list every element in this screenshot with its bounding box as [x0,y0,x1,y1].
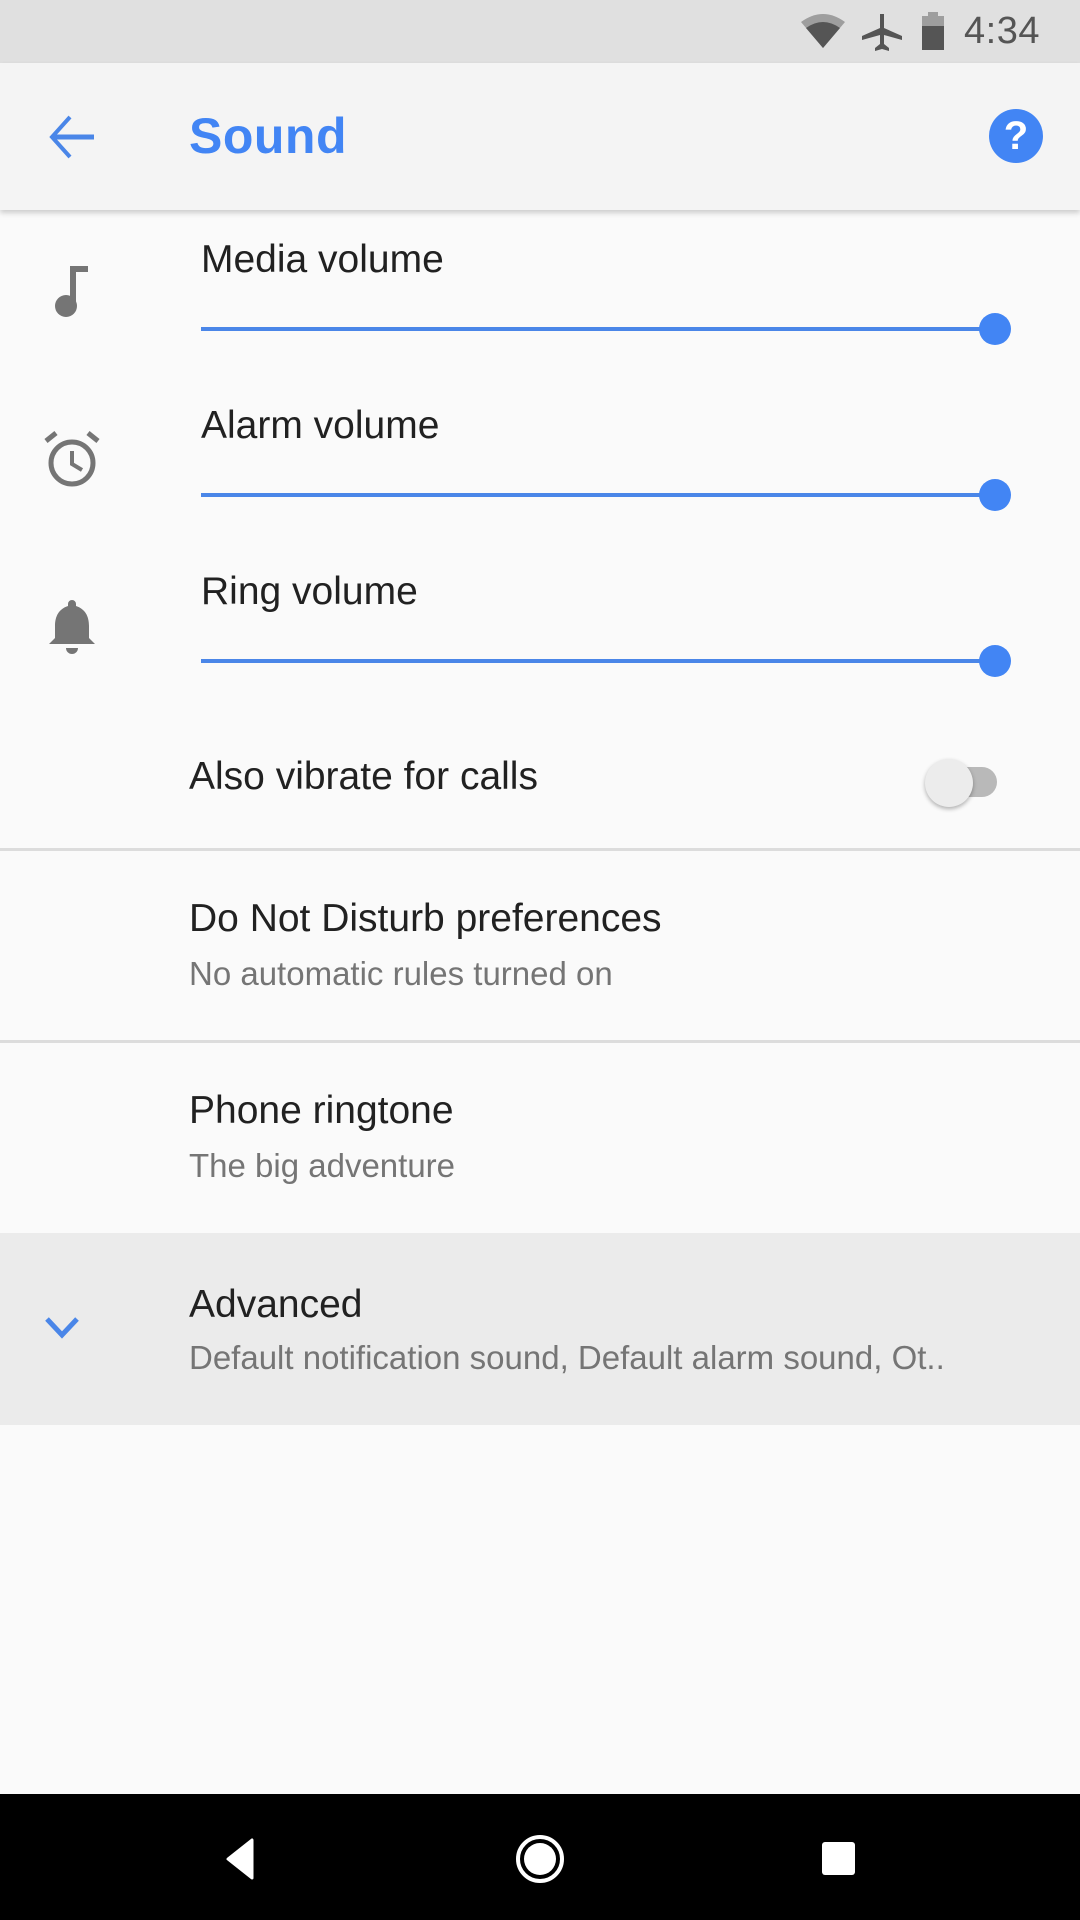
phone-ringtone-title: Phone ringtone [189,1089,454,1132]
ring-volume-slider[interactable] [201,641,1011,681]
battery-icon [922,12,944,50]
nav-home-icon[interactable] [505,1824,575,1894]
slider-thumb[interactable] [979,479,1011,511]
switch-thumb [925,759,973,807]
advanced-summary: Default notification sound, Default alar… [189,1339,945,1376]
slider-fill [201,327,995,331]
do-not-disturb-summary: No automatic rules turned on [189,955,613,992]
help-icon: ? [1003,114,1029,158]
help-button[interactable]: ? [989,109,1043,163]
ring-volume-row: Ring volume [0,542,1080,708]
navigation-bar [0,1794,1080,1920]
slider-fill [201,493,995,497]
media-volume-label: Media volume [201,238,444,281]
back-arrow-icon[interactable] [46,113,98,161]
nav-back-icon[interactable] [206,1824,276,1894]
page-title: Sound [189,108,348,164]
do-not-disturb-row[interactable]: Do Not Disturb preferences No automatic … [0,851,1080,1041]
advanced-title: Advanced [189,1283,363,1326]
vibrate-for-calls-label: Also vibrate for calls [189,755,538,798]
vibrate-for-calls-switch[interactable] [925,755,1009,807]
phone-ringtone-row[interactable]: Phone ringtone The big adventure [0,1043,1080,1233]
chevron-down-icon [45,1317,79,1339]
alarm-clock-icon [44,431,100,487]
wifi-icon [801,14,845,48]
alarm-volume-row: Alarm volume [0,376,1080,542]
airplane-mode-icon [862,14,902,51]
alarm-volume-label: Alarm volume [201,404,440,447]
do-not-disturb-title: Do Not Disturb preferences [189,897,662,940]
status-time: 4:34 [964,10,1040,52]
bell-icon [49,600,95,654]
slider-thumb[interactable] [979,313,1011,345]
advanced-row[interactable]: Advanced Default notification sound, Def… [0,1233,1080,1425]
music-note-icon [55,266,88,317]
vibrate-for-calls-row[interactable]: Also vibrate for calls [0,715,1080,850]
status-bar: 4:34 [0,0,1080,63]
alarm-volume-slider[interactable] [201,475,1011,515]
ring-volume-label: Ring volume [201,570,418,613]
slider-thumb[interactable] [979,645,1011,677]
media-volume-slider[interactable] [201,309,1011,349]
app-bar: Sound ? [0,63,1080,210]
phone-ringtone-summary: The big adventure [189,1147,456,1184]
media-volume-row: Media volume [0,210,1080,376]
nav-recents-icon[interactable] [804,1824,874,1894]
slider-fill [201,659,995,663]
